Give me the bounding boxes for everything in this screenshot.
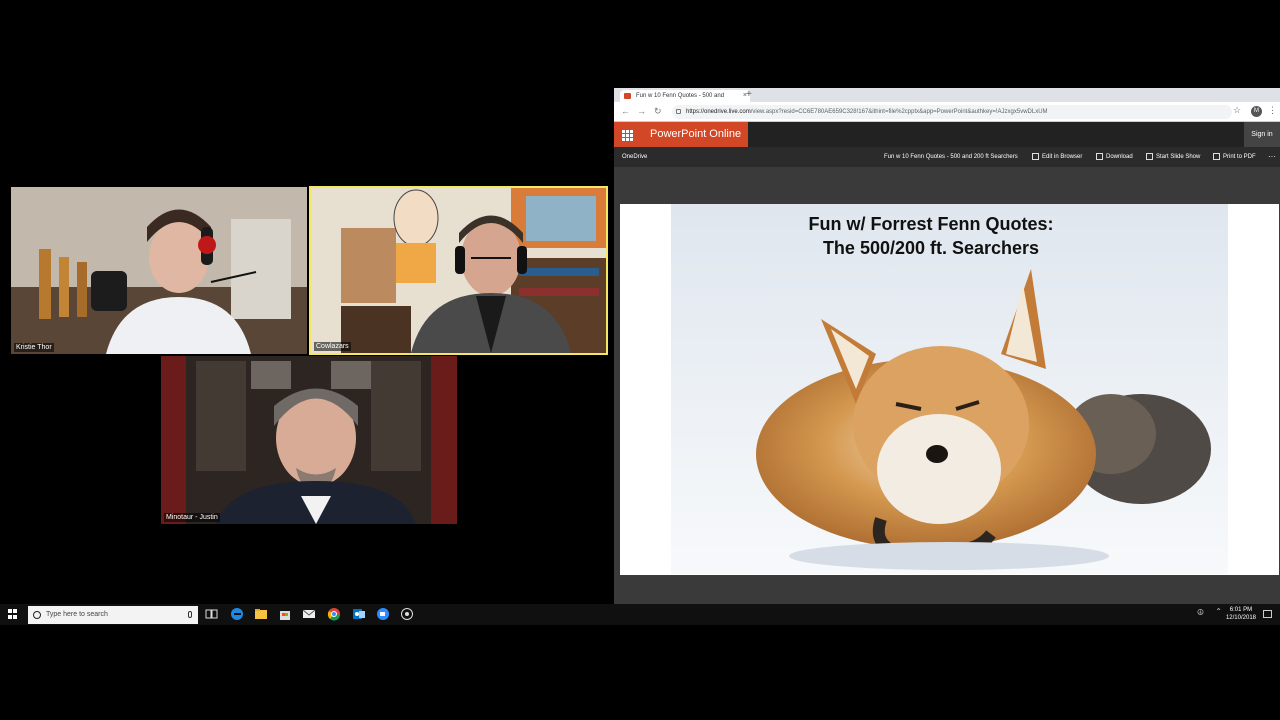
- zoom-app-icon[interactable]: [376, 607, 390, 621]
- edit-in-browser-button[interactable]: Edit in Browser: [1032, 147, 1082, 167]
- tab-bar: Fun w 10 Fenn Quotes - 500 and × +: [614, 88, 1280, 102]
- app-icon[interactable]: [400, 607, 414, 621]
- clock-time: 6:01 PM: [1229, 607, 1253, 613]
- app-title[interactable]: PowerPoint Online: [640, 122, 748, 147]
- document-title: Fun w 10 Fenn Quotes - 500 and 200 ft Se…: [884, 154, 1018, 160]
- download-button[interactable]: Download: [1096, 147, 1133, 167]
- profile-avatar[interactable]: M: [1251, 106, 1262, 117]
- app-launcher-icon[interactable]: [614, 122, 640, 147]
- slide-viewer: Fun w/ Forrest Fenn Quotes: The 500/200 …: [614, 167, 1280, 605]
- more-options-icon[interactable]: ···: [1268, 147, 1276, 167]
- store-icon[interactable]: [278, 607, 292, 621]
- search-icon: [33, 611, 41, 619]
- slide[interactable]: Fun w/ Forrest Fenn Quotes: The 500/200 …: [620, 204, 1279, 575]
- url-path: /view.aspx?resid=CC6E780AE659C328!167&it…: [750, 109, 1048, 115]
- powerpoint-favicon-icon: [624, 93, 631, 99]
- back-arrow-icon[interactable]: ←: [621, 106, 630, 116]
- printer-icon: [1213, 152, 1220, 160]
- system-tray: ☮ ⌃ 6:01 PM 12/10/2018: [1190, 604, 1280, 625]
- slideshow-icon: [1146, 152, 1153, 160]
- powerpoint-header: PowerPoint Online Sign in: [614, 122, 1280, 147]
- video-tile-kristie[interactable]: Kristie Thor: [11, 187, 307, 354]
- new-tab-button[interactable]: +: [746, 88, 752, 102]
- browser-tab[interactable]: Fun w 10 Fenn Quotes - 500 and ×: [620, 90, 750, 102]
- download-label: Download: [1106, 154, 1133, 160]
- notification-center-icon[interactable]: [1263, 610, 1272, 618]
- lock-icon: [676, 109, 681, 114]
- participant-video: [311, 188, 606, 353]
- participant-name: Cowlazars: [314, 342, 351, 351]
- command-bar: OneDrive Fun w 10 Fenn Quotes - 500 and …: [614, 147, 1280, 167]
- start-slide-show-button[interactable]: Start Slide Show: [1146, 147, 1200, 167]
- screen: Kristie Thor Cowlazars Minotaur - Justin…: [0, 0, 1280, 720]
- bookmark-star-icon[interactable]: ☆: [1233, 105, 1241, 116]
- taskbar: Type here to search ☮ ⌃ 6:01 PM 12/10/20…: [0, 604, 1280, 625]
- people-icon[interactable]: ☮: [1197, 608, 1204, 617]
- browser-window: Fun w 10 Fenn Quotes - 500 and × + ← → ↻…: [614, 88, 1280, 605]
- outlook-icon[interactable]: [352, 607, 366, 621]
- search-placeholder: Type here to search: [46, 611, 108, 618]
- tab-title: Fun w 10 Fenn Quotes - 500 and: [636, 93, 725, 99]
- reload-icon[interactable]: ↻: [654, 106, 662, 117]
- chrome-icon[interactable]: [327, 607, 341, 621]
- edit-in-browser-label: Edit in Browser: [1042, 154, 1083, 160]
- participant-video: [161, 356, 457, 524]
- video-tile-justin[interactable]: Minotaur - Justin: [161, 356, 457, 524]
- slide-title: Fun w/ Forrest Fenn Quotes: The 500/200 …: [808, 214, 1054, 258]
- clock[interactable]: 6:01 PM 12/10/2018: [1226, 606, 1256, 622]
- taskbar-search-input[interactable]: Type here to search: [28, 606, 198, 624]
- edge-browser-icon[interactable]: [230, 607, 244, 621]
- participant-name: Minotaur - Justin: [164, 513, 220, 522]
- url-field[interactable]: https://onedrive.live.com/view.aspx?resi…: [672, 105, 1232, 119]
- chevron-up-icon[interactable]: ⌃: [1215, 607, 1222, 616]
- task-view-icon[interactable]: [204, 607, 218, 621]
- mail-icon[interactable]: [302, 607, 316, 621]
- clock-date: 12/10/2018: [1225, 615, 1256, 621]
- sign-in-button[interactable]: Sign in: [1244, 122, 1280, 147]
- forward-arrow-icon[interactable]: →: [637, 106, 646, 116]
- video-tile-cowlazars-active-speaker[interactable]: Cowlazars: [309, 186, 608, 355]
- microphone-icon[interactable]: [188, 611, 192, 618]
- print-to-pdf-button[interactable]: Print to PDF: [1213, 147, 1256, 167]
- url-host: https://onedrive.live.com: [686, 109, 751, 115]
- browser-menu-icon[interactable]: ⋮: [1268, 105, 1277, 116]
- pencil-icon: [1032, 152, 1039, 160]
- windows-start-icon[interactable]: [8, 609, 18, 619]
- start-slide-show-label: Start Slide Show: [1156, 154, 1201, 160]
- print-to-pdf-label: Print to PDF: [1223, 154, 1256, 160]
- onedrive-link[interactable]: OneDrive: [622, 147, 647, 167]
- download-icon: [1096, 152, 1103, 160]
- participant-video: [11, 187, 307, 354]
- participant-name: Kristie Thor: [14, 343, 54, 352]
- file-explorer-icon[interactable]: [254, 607, 268, 621]
- address-bar-row: ← → ↻ https://onedrive.live.com/view.asp…: [614, 102, 1280, 122]
